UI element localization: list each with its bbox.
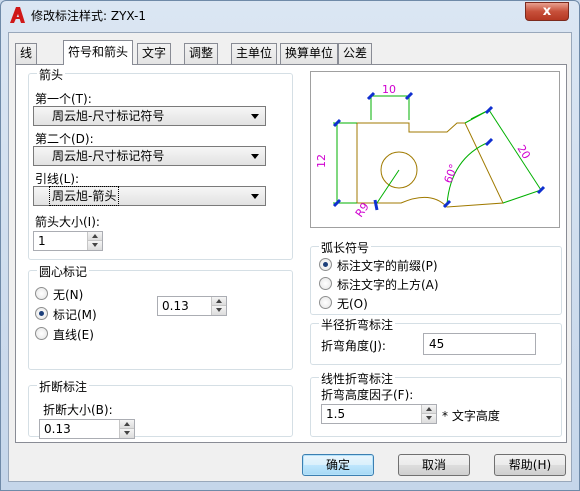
- center-mark-line-radio[interactable]: [35, 327, 48, 340]
- window-title: 修改标注样式: ZYX-1: [31, 9, 146, 23]
- spin-up-icon[interactable]: [87, 232, 102, 241]
- first-arrow-select[interactable]: 周云旭-尺寸标记符号: [33, 106, 266, 126]
- spin-down-icon[interactable]: [119, 429, 134, 438]
- preview-dim-left: 12: [315, 154, 328, 168]
- jog-angle-input[interactable]: 45: [423, 333, 536, 355]
- center-mark-none-radio[interactable]: [35, 287, 48, 300]
- arrow-size-value: 1: [38, 234, 46, 248]
- first-arrow-label: 第一个(T):: [35, 92, 92, 106]
- arc-prefix-radio[interactable]: [319, 258, 332, 271]
- chevron-down-icon: [251, 154, 259, 159]
- center-mark-line-label[interactable]: 直线(E): [53, 326, 94, 343]
- tab-panel: 箭头 第一个(T): 周云旭-尺寸标记符号 第二个(D): 周云旭-尺寸标记符号…: [15, 64, 567, 443]
- dialog-window: 修改标注样式: ZYX-1 x 线 符号和箭头 文字 调整 主单位 换算单位 公…: [0, 0, 580, 491]
- tick-mark: [484, 137, 494, 147]
- linear-jog-group: 线性折弯标注 折弯高度因子(F): 1.5 * 文字高度: [310, 370, 562, 437]
- spin-up-icon[interactable]: [119, 420, 134, 429]
- spin-down-icon[interactable]: [421, 414, 436, 423]
- second-arrow-value: 周云旭-尺寸标记符号: [52, 149, 165, 163]
- center-mark-none-label[interactable]: 无(N): [53, 286, 83, 303]
- arc-none-radio[interactable]: [319, 296, 332, 309]
- leader-arrow-value: 周云旭-箭头: [48, 186, 120, 206]
- arrowheads-group-title: 箭头: [37, 66, 66, 83]
- tick-mark: [332, 118, 342, 128]
- jog-angle-label: 折弯角度(J):: [321, 339, 386, 353]
- tick-mark: [484, 105, 494, 115]
- radius-jog-group: 半径折弯标注 折弯角度(J): 45: [310, 316, 562, 365]
- second-arrow-label: 第二个(D):: [35, 132, 94, 146]
- jog-height-factor-value: 1.5: [326, 407, 346, 421]
- break-size-spinner[interactable]: 0.13: [39, 419, 135, 439]
- tick-mark: [404, 91, 414, 101]
- tab-text[interactable]: 文字: [137, 43, 172, 64]
- center-mark-mark-radio[interactable]: [35, 307, 48, 320]
- center-marks-group: 圆心标记 无(N) 标记(M) 直线(E) 0.13: [28, 263, 293, 370]
- arc-length-group-title: 弧长符号: [319, 239, 372, 256]
- tick-mark: [332, 198, 342, 208]
- center-marks-group-title: 圆心标记: [37, 263, 90, 280]
- linear-jog-group-title: 线性折弯标注: [319, 370, 396, 387]
- radius-jog-group-title: 半径折弯标注: [319, 316, 396, 333]
- tick-mark: [442, 199, 452, 209]
- second-arrow-select[interactable]: 周云旭-尺寸标记符号: [33, 146, 266, 166]
- tab-fit[interactable]: 调整: [184, 43, 219, 64]
- ok-button[interactable]: 确定: [302, 454, 374, 476]
- tick-mark: [536, 185, 546, 195]
- tick-mark: [366, 91, 376, 101]
- preview-pane: 10 12 20 60° R9: [310, 71, 560, 228]
- tab-lines[interactable]: 线: [15, 43, 38, 64]
- title-bar[interactable]: 修改标注样式: ZYX-1 x: [1, 1, 579, 31]
- center-mark-size-value: 0.13: [162, 299, 189, 313]
- spin-down-icon[interactable]: [87, 241, 102, 250]
- spinner-buttons: [211, 297, 226, 315]
- dimension-break-group: 折断标注 折断大小(B): 0.13: [28, 378, 293, 439]
- arc-above-radio[interactable]: [319, 277, 332, 290]
- autocad-logo-icon: [10, 7, 25, 23]
- jog-angle-value: 45: [429, 337, 445, 351]
- cancel-button[interactable]: 取消: [398, 454, 470, 476]
- tab-symbols-arrows[interactable]: 符号和箭头: [63, 40, 134, 65]
- center-mark-mark-label[interactable]: 标记(M): [53, 306, 97, 323]
- dialog-client: 线 符号和箭头 文字 调整 主单位 换算单位 公差 箭头 第一个(T): 周云旭…: [8, 32, 572, 482]
- preview-dim-right: 20: [514, 143, 532, 162]
- jog-height-factor-spinner[interactable]: 1.5: [321, 404, 437, 424]
- spinner-buttons: [119, 420, 134, 438]
- spin-up-icon[interactable]: [211, 297, 226, 306]
- preview-dim-top: 10: [382, 83, 396, 96]
- help-button[interactable]: 帮助(H): [494, 454, 566, 476]
- preview-dim-angle: 60°: [442, 162, 461, 185]
- arrow-size-label: 箭头大小(I):: [35, 215, 100, 229]
- tick-mark: [373, 199, 379, 211]
- jog-height-factor-label: 折弯高度因子(F):: [321, 388, 414, 402]
- chevron-down-icon: [251, 114, 259, 119]
- arc-prefix-label[interactable]: 标注文字的前缀(P): [337, 257, 438, 274]
- arc-none-label[interactable]: 无(O): [337, 295, 368, 312]
- spinner-buttons: [87, 232, 102, 250]
- spin-down-icon[interactable]: [211, 306, 226, 315]
- leader-arrow-select[interactable]: 周云旭-箭头: [33, 186, 266, 206]
- arc-length-group: 弧长符号 标注文字的前缀(P) 标注文字的上方(A) 无(O): [310, 239, 562, 315]
- arrowheads-group: 箭头 第一个(T): 周云旭-尺寸标记符号 第二个(D): 周云旭-尺寸标记符号…: [28, 66, 293, 260]
- arc-above-label[interactable]: 标注文字的上方(A): [337, 276, 439, 293]
- chevron-down-icon: [251, 194, 259, 199]
- close-button[interactable]: x: [525, 2, 569, 21]
- dimension-break-group-title: 折断标注: [37, 378, 90, 395]
- spin-up-icon[interactable]: [421, 405, 436, 414]
- leader-arrow-label: 引线(L):: [35, 172, 80, 186]
- tab-alternate-units[interactable]: 换算单位: [280, 43, 339, 64]
- spinner-buttons: [421, 405, 436, 423]
- break-size-value: 0.13: [44, 422, 71, 436]
- break-size-label: 折断大小(B):: [43, 403, 113, 417]
- tab-tolerances[interactable]: 公差: [338, 43, 373, 64]
- dimension-preview-drawing: 10 12 20 60° R9: [315, 83, 546, 220]
- first-arrow-value: 周云旭-尺寸标记符号: [52, 109, 165, 123]
- text-height-suffix: * 文字高度: [442, 409, 500, 423]
- center-mark-size-spinner[interactable]: 0.13: [157, 296, 227, 316]
- tab-primary-units[interactable]: 主单位: [231, 43, 278, 64]
- arrow-size-spinner[interactable]: 1: [33, 231, 103, 251]
